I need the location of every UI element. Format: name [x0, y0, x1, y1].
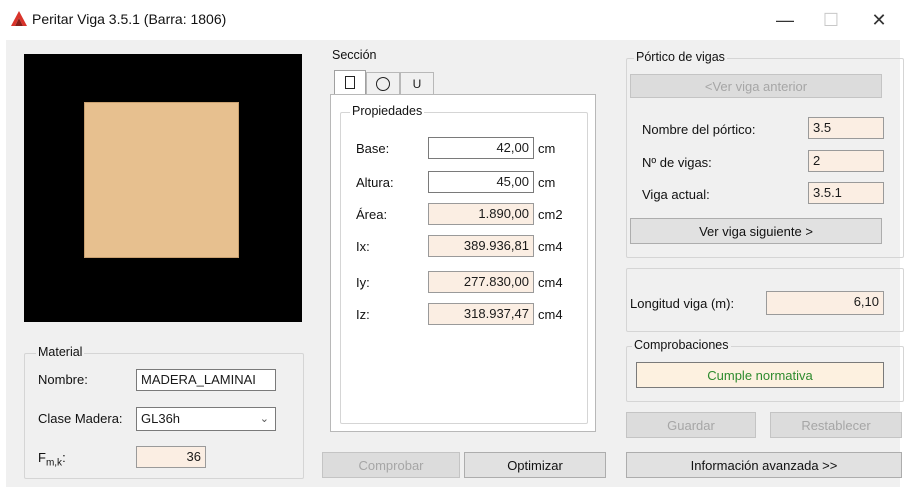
ix-unit: cm4	[538, 239, 563, 254]
ix-label: Ix:	[356, 239, 370, 254]
material-nombre-field[interactable]: MADERA_LAMINAI	[136, 369, 276, 391]
iy-field: 277.830,00	[428, 271, 534, 293]
propiedades-group-label: Propiedades	[350, 104, 425, 118]
area-unit: cm2	[538, 207, 563, 222]
portico-group-label: Pórtico de vigas	[634, 50, 727, 64]
seccion-group-label: Sección	[330, 48, 379, 62]
clase-madera-label: Clase Madera:	[38, 411, 123, 426]
status-badge: Cumple normativa	[636, 362, 884, 388]
viga-actual-field: 3.5.1	[808, 182, 884, 204]
base-unit: cm	[538, 141, 556, 156]
tab-u-profile[interactable]: U	[400, 72, 434, 94]
iz-unit: cm4	[538, 307, 563, 322]
window-title: Peritar Viga 3.5.1 (Barra: 1806)	[32, 11, 227, 27]
prev-beam-button[interactable]: <Ver viga anterior	[630, 74, 882, 98]
iy-unit: cm4	[538, 275, 563, 290]
iz-field: 318.937,47	[428, 303, 534, 325]
base-label: Base:	[356, 141, 390, 156]
circle-icon	[376, 76, 390, 91]
fmk-field[interactable]: 36	[136, 446, 206, 468]
altura-field[interactable]: 45,00	[428, 171, 534, 193]
base-field[interactable]: 42,00	[428, 137, 534, 159]
title-bar: Peritar Viga 3.5.1 (Barra: 1806) — ☐ ✕	[0, 0, 906, 40]
clase-madera-select[interactable]: GL36h ⌄	[136, 407, 276, 431]
material-nombre-label: Nombre:	[38, 372, 88, 387]
clase-madera-value: GL36h	[141, 411, 181, 426]
longitud-field: 6,10	[766, 291, 884, 315]
area-label: Área:	[356, 207, 388, 222]
next-beam-button[interactable]: Ver viga siguiente >	[630, 218, 882, 244]
altura-unit: cm	[538, 175, 556, 190]
num-vigas-field: 2	[808, 150, 884, 172]
rectangle-icon	[345, 76, 355, 89]
optimizar-button[interactable]: Optimizar	[464, 452, 606, 478]
comprobaciones-group-label: Comprobaciones	[632, 338, 731, 352]
guardar-button[interactable]: Guardar	[626, 412, 756, 438]
close-button[interactable]: ✕	[856, 0, 902, 40]
minimize-button[interactable]: —	[762, 0, 808, 40]
portico-nombre-label: Nombre del pórtico:	[642, 122, 756, 137]
section-rectangle-drawing	[84, 102, 239, 258]
longitud-label: Longitud viga (m):	[630, 296, 735, 311]
info-avanzada-button[interactable]: Información avanzada >>	[626, 452, 902, 478]
ix-field: 389.936,81	[428, 235, 534, 257]
comprobar-button[interactable]: Comprobar	[322, 452, 460, 478]
portico-nombre-field: 3.5	[808, 117, 884, 139]
tab-rectangular[interactable]	[334, 70, 366, 94]
iz-label: Iz:	[356, 307, 370, 322]
viga-actual-label: Viga actual:	[642, 187, 710, 202]
restablecer-button[interactable]: Restablecer	[770, 412, 902, 438]
altura-label: Altura:	[356, 175, 394, 190]
iy-label: Iy:	[356, 275, 370, 290]
material-group-label: Material	[36, 345, 85, 359]
app-logo-icon	[11, 11, 27, 26]
maximize-button[interactable]: ☐	[808, 0, 854, 40]
tab-circular[interactable]	[366, 72, 400, 94]
fmk-label: Fm,k:	[38, 450, 66, 469]
area-field: 1.890,00	[428, 203, 534, 225]
u-profile-icon: U	[412, 76, 422, 91]
num-vigas-label: Nº de vigas:	[642, 155, 712, 170]
chevron-down-icon[interactable]: ⌄	[260, 408, 269, 430]
